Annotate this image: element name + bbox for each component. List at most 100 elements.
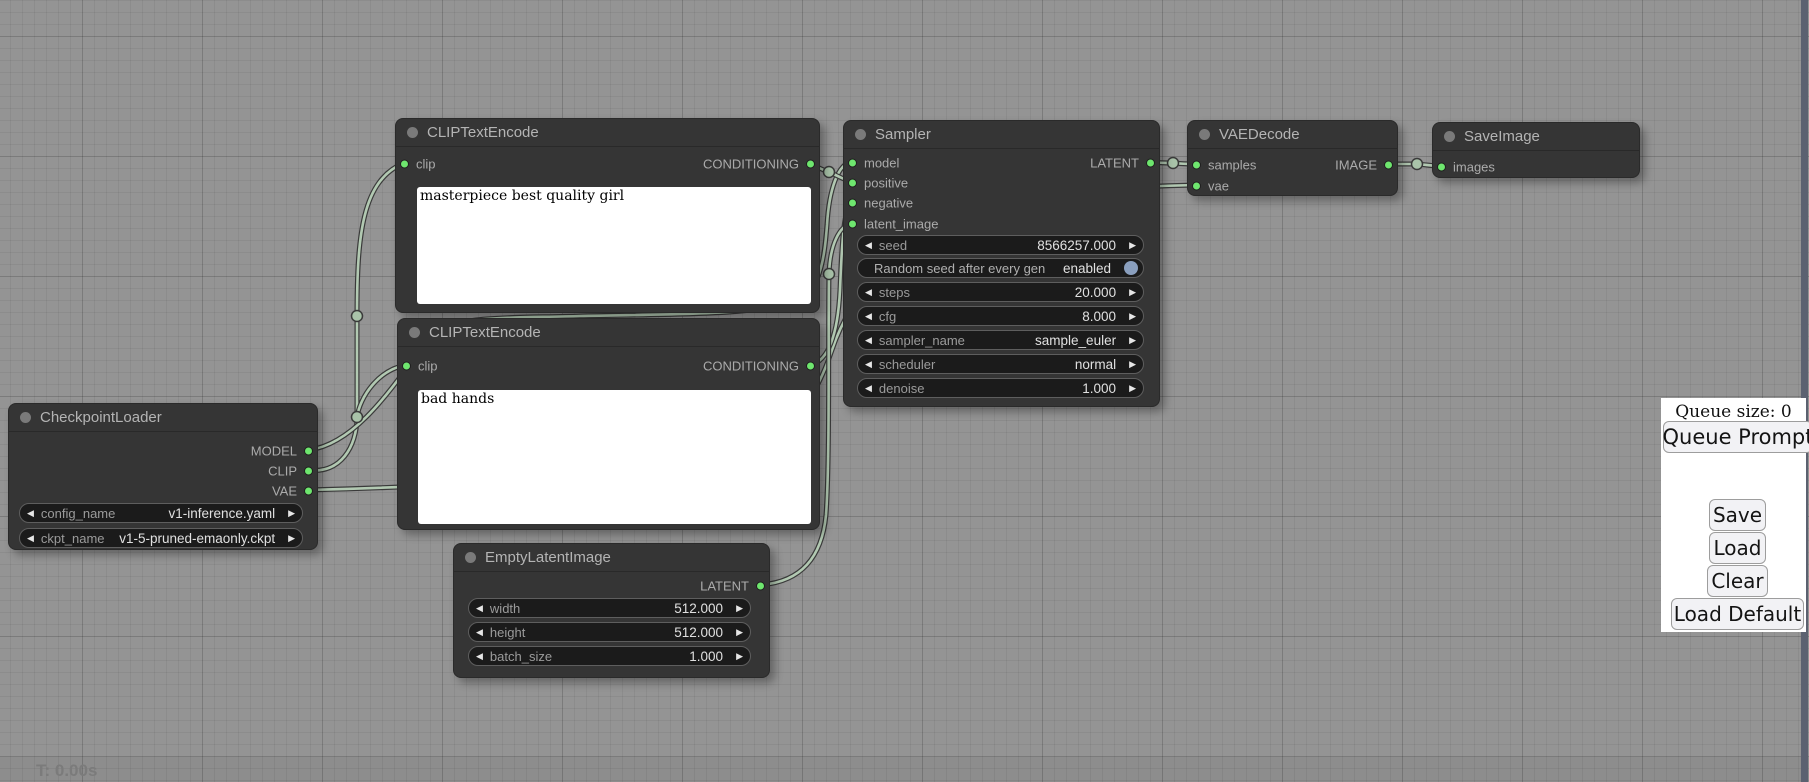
output-slot-clip[interactable]: CLIP bbox=[268, 464, 313, 479]
node-empty-latent-image[interactable]: EmptyLatentImage LATENT ◀ width 512.000 … bbox=[453, 543, 770, 678]
collapse-dot-icon[interactable] bbox=[407, 127, 418, 138]
node-sampler[interactable]: Sampler model positive negative latent_i… bbox=[843, 120, 1160, 407]
increment-arrow-icon[interactable]: ▶ bbox=[1122, 312, 1143, 321]
collapse-dot-icon[interactable] bbox=[465, 552, 476, 563]
increment-arrow-icon[interactable]: ▶ bbox=[729, 604, 750, 613]
clear-button[interactable]: Clear bbox=[1707, 565, 1768, 597]
slot-dot-icon[interactable] bbox=[848, 199, 857, 208]
slot-dot-icon[interactable] bbox=[1437, 163, 1446, 172]
decrement-arrow-icon[interactable]: ◀ bbox=[858, 360, 879, 369]
decrement-arrow-icon[interactable]: ◀ bbox=[858, 241, 879, 250]
decrement-arrow-icon[interactable]: ◀ bbox=[469, 628, 490, 637]
node-titlebar[interactable]: CLIPTextEncode bbox=[396, 119, 819, 147]
node-checkpoint-loader[interactable]: CheckpointLoader MODEL CLIP VAE ◀ config… bbox=[8, 403, 318, 550]
increment-arrow-icon[interactable]: ▶ bbox=[1122, 336, 1143, 345]
widget-value: 1.000 bbox=[689, 649, 729, 664]
output-slot-model[interactable]: MODEL bbox=[251, 444, 313, 459]
slot-dot-icon[interactable] bbox=[848, 159, 857, 168]
widget-height[interactable]: ◀ height 512.000 ▶ bbox=[468, 622, 751, 642]
slot-dot-icon[interactable] bbox=[1192, 182, 1201, 191]
input-slot-samples[interactable]: samples bbox=[1192, 158, 1256, 173]
increment-arrow-icon[interactable]: ▶ bbox=[281, 534, 302, 543]
node-titlebar[interactable]: SaveImage bbox=[1433, 123, 1639, 151]
increment-arrow-icon[interactable]: ▶ bbox=[1122, 384, 1143, 393]
output-slot-conditioning[interactable]: CONDITIONING bbox=[703, 359, 815, 374]
increment-arrow-icon[interactable]: ▶ bbox=[1122, 360, 1143, 369]
output-slot-vae[interactable]: VAE bbox=[272, 484, 313, 499]
widget-scheduler[interactable]: ◀ scheduler normal ▶ bbox=[857, 354, 1144, 374]
widget-steps[interactable]: ◀ steps 20.000 ▶ bbox=[857, 282, 1144, 302]
output-slot-image[interactable]: IMAGE bbox=[1335, 158, 1393, 173]
input-slot-clip[interactable]: clip bbox=[400, 157, 436, 172]
node-save-image[interactable]: SaveImage images bbox=[1432, 122, 1640, 178]
decrement-arrow-icon[interactable]: ◀ bbox=[858, 384, 879, 393]
increment-arrow-icon[interactable]: ▶ bbox=[1122, 241, 1143, 250]
decrement-arrow-icon[interactable]: ◀ bbox=[858, 288, 879, 297]
widget-config-name[interactable]: ◀ config_name v1-inference.yaml ▶ bbox=[19, 503, 303, 523]
toggle-on-icon[interactable] bbox=[1124, 261, 1138, 275]
slot-dot-icon[interactable] bbox=[304, 447, 313, 456]
decrement-arrow-icon[interactable]: ◀ bbox=[469, 652, 490, 661]
decrement-arrow-icon[interactable]: ◀ bbox=[20, 509, 41, 518]
widget-width[interactable]: ◀ width 512.000 ▶ bbox=[468, 598, 751, 618]
collapse-dot-icon[interactable] bbox=[409, 327, 420, 338]
page-scrollbar[interactable] bbox=[1801, 0, 1808, 782]
collapse-dot-icon[interactable] bbox=[855, 129, 866, 140]
slot-dot-icon[interactable] bbox=[756, 582, 765, 591]
decrement-arrow-icon[interactable]: ◀ bbox=[469, 604, 490, 613]
input-slot-images[interactable]: images bbox=[1437, 160, 1495, 175]
slot-dot-icon[interactable] bbox=[848, 179, 857, 188]
output-slot-latent[interactable]: LATENT bbox=[1090, 156, 1155, 171]
increment-arrow-icon[interactable]: ▶ bbox=[729, 628, 750, 637]
node-titlebar[interactable]: VAEDecode bbox=[1188, 121, 1397, 149]
slot-dot-icon[interactable] bbox=[806, 160, 815, 169]
widget-random-seed-toggle[interactable]: Random seed after every gen enabled bbox=[857, 258, 1144, 278]
input-slot-positive[interactable]: positive bbox=[848, 176, 908, 191]
decrement-arrow-icon[interactable]: ◀ bbox=[20, 534, 41, 543]
node-titlebar[interactable]: EmptyLatentImage bbox=[454, 544, 769, 572]
prompt-textarea[interactable]: masterpiece best quality girl bbox=[417, 187, 811, 304]
widget-denoise[interactable]: ◀ denoise 1.000 ▶ bbox=[857, 378, 1144, 398]
node-titlebar[interactable]: CheckpointLoader bbox=[9, 404, 317, 432]
collapse-dot-icon[interactable] bbox=[1444, 131, 1455, 142]
input-slot-latent-image[interactable]: latent_image bbox=[848, 217, 938, 232]
input-slot-negative[interactable]: negative bbox=[848, 196, 913, 211]
slot-dot-icon[interactable] bbox=[304, 467, 313, 476]
slot-dot-icon[interactable] bbox=[304, 487, 313, 496]
increment-arrow-icon[interactable]: ▶ bbox=[1122, 288, 1143, 297]
collapse-dot-icon[interactable] bbox=[20, 412, 31, 423]
slot-dot-icon[interactable] bbox=[848, 220, 857, 229]
widget-cfg[interactable]: ◀ cfg 8.000 ▶ bbox=[857, 306, 1144, 326]
widget-ckpt-name[interactable]: ◀ ckpt_name v1-5-pruned-emaonly.ckpt ▶ bbox=[19, 528, 303, 548]
slot-dot-icon[interactable] bbox=[1146, 159, 1155, 168]
load-default-button[interactable]: Load Default bbox=[1671, 598, 1804, 630]
node-clip-text-encode-positive[interactable]: CLIPTextEncode clip CONDITIONING masterp… bbox=[395, 118, 820, 313]
prompt-textarea[interactable]: bad hands bbox=[418, 390, 811, 524]
node-clip-text-encode-negative[interactable]: CLIPTextEncode clip CONDITIONING bad han… bbox=[397, 318, 820, 530]
node-vae-decode[interactable]: VAEDecode samples vae IMAGE bbox=[1187, 120, 1398, 196]
increment-arrow-icon[interactable]: ▶ bbox=[281, 509, 302, 518]
slot-dot-icon[interactable] bbox=[1384, 161, 1393, 170]
save-button[interactable]: Save bbox=[1709, 499, 1766, 531]
slot-dot-icon[interactable] bbox=[1192, 161, 1201, 170]
slot-dot-icon[interactable] bbox=[806, 362, 815, 371]
node-titlebar[interactable]: Sampler bbox=[844, 121, 1159, 149]
widget-sampler-name[interactable]: ◀ sampler_name sample_euler ▶ bbox=[857, 330, 1144, 350]
decrement-arrow-icon[interactable]: ◀ bbox=[858, 312, 879, 321]
load-button[interactable]: Load bbox=[1709, 532, 1766, 564]
decrement-arrow-icon[interactable]: ◀ bbox=[858, 336, 879, 345]
slot-dot-icon[interactable] bbox=[400, 160, 409, 169]
node-title: CLIPTextEncode bbox=[429, 319, 541, 346]
input-slot-model[interactable]: model bbox=[848, 156, 899, 171]
widget-seed[interactable]: ◀ seed 8566257.000 ▶ bbox=[857, 235, 1144, 255]
queue-prompt-button[interactable]: Queue Prompt bbox=[1663, 421, 1809, 453]
output-slot-latent[interactable]: LATENT bbox=[700, 579, 765, 594]
input-slot-vae[interactable]: vae bbox=[1192, 179, 1229, 194]
widget-batch-size[interactable]: ◀ batch_size 1.000 ▶ bbox=[468, 646, 751, 666]
node-titlebar[interactable]: CLIPTextEncode bbox=[398, 319, 819, 347]
output-slot-conditioning[interactable]: CONDITIONING bbox=[703, 157, 815, 172]
increment-arrow-icon[interactable]: ▶ bbox=[729, 652, 750, 661]
input-slot-clip[interactable]: clip bbox=[402, 359, 438, 374]
collapse-dot-icon[interactable] bbox=[1199, 129, 1210, 140]
slot-dot-icon[interactable] bbox=[402, 362, 411, 371]
